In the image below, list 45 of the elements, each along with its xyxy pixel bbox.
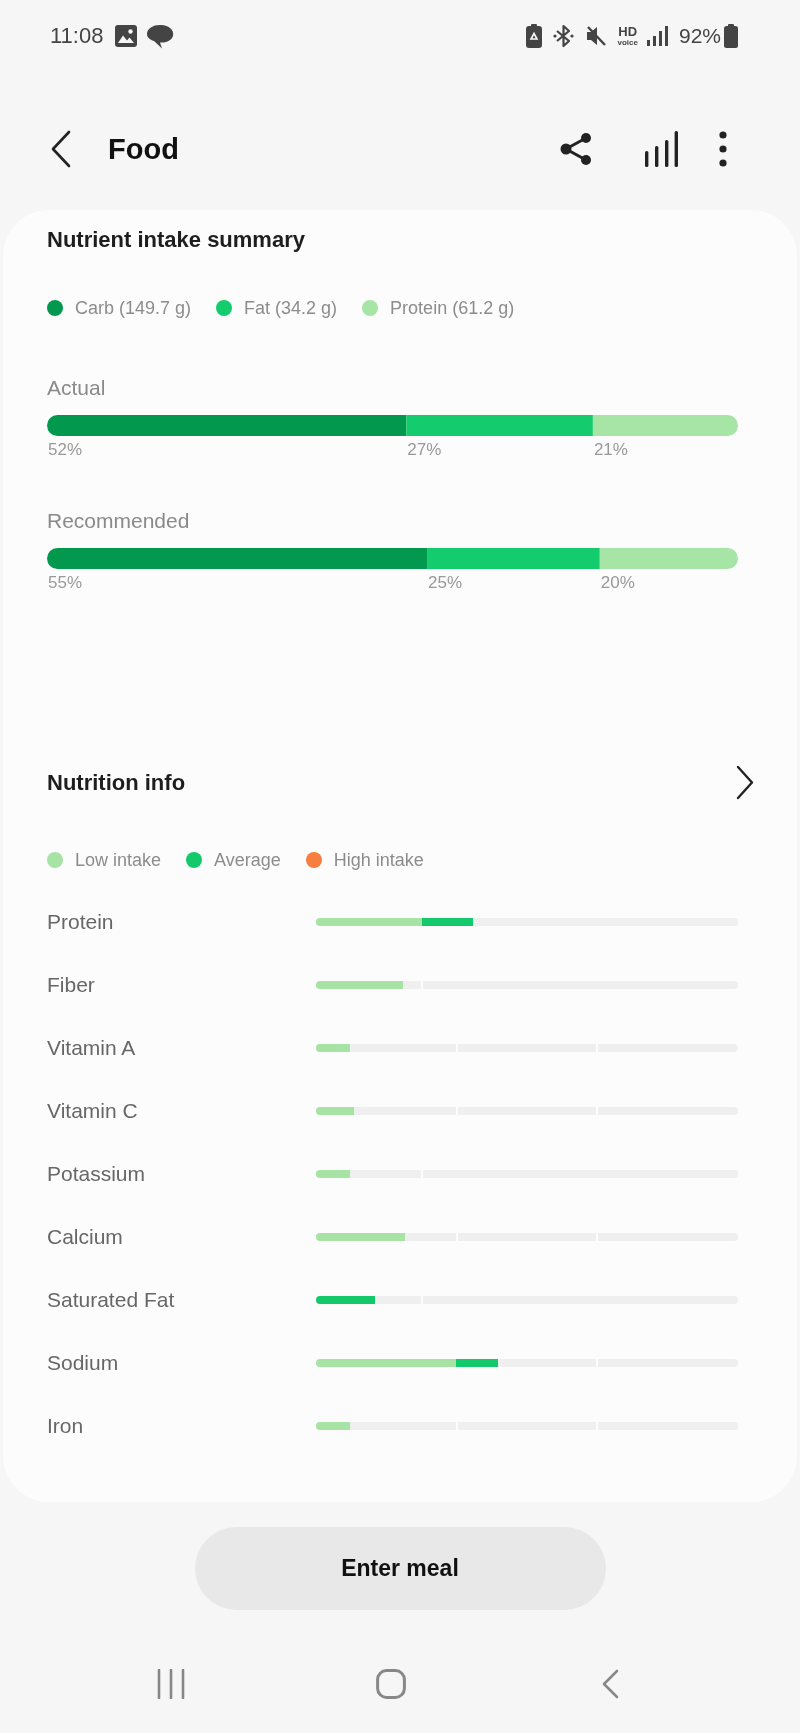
- legend-label: Average: [214, 849, 281, 872]
- nutrient-name: Protein: [47, 908, 115, 935]
- legend-label: High intake: [333, 849, 424, 872]
- percent-label: 52%: [48, 440, 83, 459]
- battery-icon: [724, 24, 738, 48]
- section-title: Nutrient intake summary: [47, 226, 306, 254]
- chevron-right-icon[interactable]: [735, 765, 755, 800]
- mute-icon: [584, 25, 607, 47]
- section-title: Nutrition info: [47, 768, 186, 797]
- nutrient-name: Vitamin A: [47, 1034, 137, 1061]
- percent-label: 25%: [428, 573, 463, 592]
- legend-label: Low intake: [75, 849, 162, 872]
- battery-percent: 92%: [678, 23, 721, 49]
- signal-icon: [646, 26, 668, 46]
- bar-label: Actual: [47, 376, 106, 399]
- legend-label: Carb (149.7 g): [75, 297, 192, 320]
- nutrient-name: Calcium: [47, 1223, 124, 1250]
- back-icon[interactable]: [50, 130, 72, 168]
- percent-label: 20%: [600, 573, 635, 592]
- percent-label: 55%: [48, 573, 83, 592]
- enter-meal-button[interactable]: Enter meal: [194, 1527, 606, 1610]
- nutrient-name: Vitamin C: [47, 1097, 139, 1124]
- nutrient-name: Potassium: [47, 1160, 147, 1187]
- legend-label: Fat (34.2 g): [244, 297, 338, 320]
- nutrient-name: Saturated Fat: [47, 1286, 176, 1313]
- bluetooth-icon: [552, 24, 574, 48]
- speech-bubble-icon: [145, 23, 176, 49]
- hd-label: HD: [618, 25, 638, 38]
- legend-label: Protein (61.2 g): [390, 297, 515, 320]
- gallery-icon: [115, 25, 138, 47]
- more-options-icon[interactable]: [718, 130, 728, 168]
- page-title: Food: [108, 132, 179, 167]
- share-icon[interactable]: [560, 132, 592, 166]
- percent-label: 21%: [593, 440, 628, 459]
- recent-apps-icon[interactable]: [157, 1669, 185, 1699]
- voice-label: voice: [617, 37, 638, 47]
- clock-time: 11:08: [50, 23, 104, 49]
- battery-saver-icon: [525, 24, 542, 48]
- nutrient-name: Sodium: [47, 1349, 120, 1376]
- percent-label: 27%: [407, 440, 442, 459]
- bar-chart-icon[interactable]: [645, 131, 678, 167]
- nutrient-name: Fiber: [47, 971, 96, 998]
- nutrient-name: Iron: [47, 1412, 85, 1439]
- home-icon[interactable]: [376, 1669, 406, 1699]
- bar-label: Recommended: [47, 509, 190, 532]
